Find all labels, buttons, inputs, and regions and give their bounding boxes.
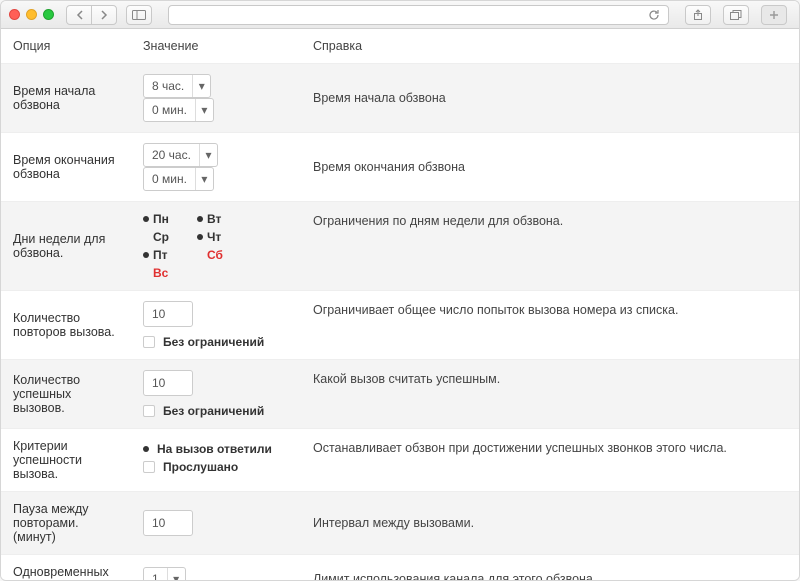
- bullet-off-icon: [143, 234, 149, 240]
- col-option: Опция: [1, 29, 131, 64]
- retries-unlimited-checkbox[interactable]: Без ограничений: [143, 335, 289, 349]
- sidebar-button[interactable]: [126, 5, 152, 25]
- address-bar[interactable]: [168, 5, 669, 25]
- radio-off-icon: [143, 461, 155, 473]
- label-start-time: Время начала обзвона: [1, 64, 131, 133]
- new-tab-button[interactable]: [761, 5, 787, 25]
- chevron-down-icon: ▾: [192, 75, 210, 97]
- minimize-icon[interactable]: [26, 9, 37, 20]
- back-button[interactable]: [66, 5, 92, 25]
- day-Пн[interactable]: Пн: [143, 212, 183, 226]
- label-success: Количество успешных вызовов.: [1, 360, 131, 429]
- success-input[interactable]: 10: [143, 370, 193, 396]
- bullet-off-icon: [197, 252, 203, 258]
- bullet-on-icon: [197, 234, 203, 240]
- bullet-on-icon: [143, 252, 149, 258]
- browser-window: Опция Значение Справка Время начала обзв…: [0, 0, 800, 581]
- help-criteria: Останавливает обзвон при достижении успе…: [301, 429, 799, 492]
- help-retries: Ограничивает общее число попыток вызова …: [301, 291, 799, 360]
- window-controls: [9, 9, 54, 20]
- bullet-on-icon: [143, 216, 149, 222]
- criteria-opt-answered[interactable]: На вызов ответили: [143, 442, 289, 456]
- nav-buttons: [66, 5, 116, 25]
- day-Вс[interactable]: Вс: [143, 266, 183, 280]
- label-concurrent: Одновременных звонков.: [1, 555, 131, 581]
- help-pause: Интервал между вызовами.: [301, 492, 799, 555]
- checkbox-icon: [143, 336, 155, 348]
- day-Чт[interactable]: Чт: [197, 230, 237, 244]
- titlebar: [1, 1, 799, 29]
- start-min-select[interactable]: 0 мин.▾: [143, 98, 214, 122]
- label-pause: Пауза между повторами. (минут): [1, 492, 131, 555]
- page-content: Опция Значение Справка Время начала обзв…: [1, 29, 799, 580]
- success-unlimited-checkbox[interactable]: Без ограничений: [143, 404, 289, 418]
- concurrent-select[interactable]: 1▾: [143, 567, 186, 580]
- help-end: Время окончания обзвона: [301, 133, 799, 202]
- start-hour-select[interactable]: 8 час.▾: [143, 74, 211, 98]
- help-concurrent: Лимит использования канала для этого обз…: [301, 555, 799, 581]
- settings-table: Опция Значение Справка Время начала обзв…: [1, 29, 799, 580]
- bullet-on-icon: [197, 216, 203, 222]
- chevron-down-icon: ▾: [195, 99, 213, 121]
- chevron-down-icon: ▾: [167, 568, 185, 580]
- col-help: Справка: [301, 29, 799, 64]
- end-min-select[interactable]: 0 мин.▾: [143, 167, 214, 191]
- forward-button[interactable]: [91, 5, 117, 25]
- label-end-time: Время окончания обзвона: [1, 133, 131, 202]
- criteria-opt-listened[interactable]: Прослушано: [143, 460, 289, 474]
- day-Сб[interactable]: Сб: [197, 248, 237, 262]
- label-criteria: Критерии успешности вызова.: [1, 429, 131, 492]
- help-success: Какой вызов считать успешным.: [301, 360, 799, 429]
- bullet-off-icon: [143, 270, 149, 276]
- tabs-button[interactable]: [723, 5, 749, 25]
- label-retries: Количество повторов вызова.: [1, 291, 131, 360]
- label-days: Дни недели для обзвона.: [1, 202, 131, 291]
- help-start: Время начала обзвона: [301, 64, 799, 133]
- day-Ср[interactable]: Ср: [143, 230, 183, 244]
- reload-icon[interactable]: [648, 9, 660, 21]
- zoom-icon[interactable]: [43, 9, 54, 20]
- end-hour-select[interactable]: 20 час.▾: [143, 143, 218, 167]
- day-Пт[interactable]: Пт: [143, 248, 183, 262]
- days-group: Пн Вт Ср Чт Пт Сб Вс: [143, 212, 289, 280]
- chevron-down-icon: ▾: [199, 144, 217, 166]
- share-button[interactable]: [685, 5, 711, 25]
- radio-on-icon: [143, 446, 149, 452]
- pause-input[interactable]: 10: [143, 510, 193, 536]
- help-days: Ограничения по дням недели для обзвона.: [301, 202, 799, 291]
- col-value: Значение: [131, 29, 301, 64]
- retries-input[interactable]: 10: [143, 301, 193, 327]
- close-icon[interactable]: [9, 9, 20, 20]
- chevron-down-icon: ▾: [195, 168, 213, 190]
- checkbox-icon: [143, 405, 155, 417]
- day-Вт[interactable]: Вт: [197, 212, 237, 226]
